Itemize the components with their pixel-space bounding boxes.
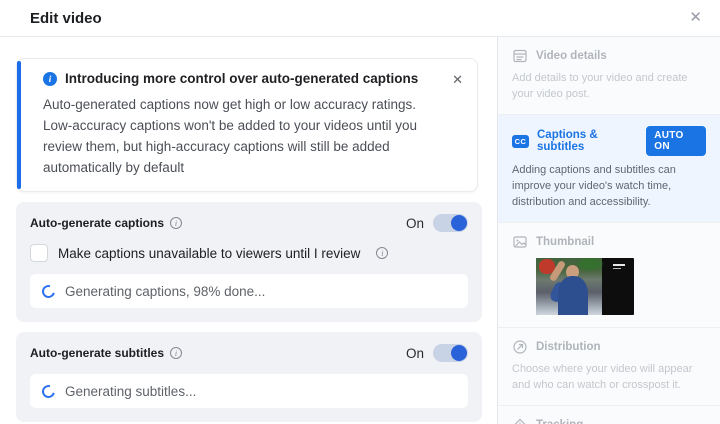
subtitles-progress-text: Generating subtitles... bbox=[65, 384, 196, 399]
captions-info-banner: i Introducing more control over auto-gen… bbox=[16, 58, 478, 192]
banner-close-icon[interactable]: ✕ bbox=[452, 72, 463, 88]
subtitles-toggle-state-label: On bbox=[406, 346, 424, 361]
video-thumbnail-preview[interactable] bbox=[536, 258, 634, 315]
sidebar-item-label: Video details bbox=[536, 50, 607, 62]
dialog-title: Edit video bbox=[30, 10, 102, 27]
sidebar-item-captions-subtitles[interactable]: CC Captions & subtitles AUTO ON Adding c… bbox=[498, 115, 720, 223]
thumbnail-detail bbox=[578, 258, 602, 270]
sidebar-item-label: Tracking bbox=[536, 419, 583, 424]
captions-progress-text: Generating captions, 98% done... bbox=[65, 284, 265, 299]
sidebar-item-distribution[interactable]: Distribution Choose where your video wil… bbox=[498, 328, 720, 406]
auto-generate-subtitles-card: Auto-generate subtitles i On Generating … bbox=[16, 332, 482, 422]
info-icon: i bbox=[43, 72, 57, 86]
review-captions-checkbox[interactable] bbox=[30, 244, 48, 262]
captions-toggle[interactable] bbox=[433, 214, 468, 232]
sidebar-item-tracking[interactable]: Tracking Add labels to help you manage a… bbox=[498, 406, 720, 424]
sidebar-item-description: Add details to your video and create you… bbox=[512, 70, 706, 102]
auto-generate-captions-label: Auto-generate captions bbox=[30, 216, 164, 230]
sidebar-item-video-details[interactable]: Video details Add details to your video … bbox=[498, 37, 720, 115]
subtitles-toggle[interactable] bbox=[433, 344, 468, 362]
sidebar-item-thumbnail[interactable]: Thumbnail bbox=[498, 223, 720, 328]
banner-body-text: Auto-generated captions now get high or … bbox=[43, 94, 443, 178]
auto-generate-subtitles-label: Auto-generate subtitles bbox=[30, 346, 164, 360]
image-icon bbox=[512, 234, 528, 250]
captions-toggle-state-label: On bbox=[406, 216, 424, 231]
spinner-icon bbox=[40, 282, 58, 300]
tag-icon bbox=[512, 417, 528, 424]
toggle-knob bbox=[451, 215, 467, 231]
document-icon bbox=[512, 48, 528, 64]
info-icon[interactable]: i bbox=[376, 247, 388, 259]
steps-sidebar: Video details Add details to your video … bbox=[497, 37, 720, 424]
auto-generate-captions-card: Auto-generate captions i On Make caption… bbox=[16, 202, 482, 322]
sidebar-item-label: Distribution bbox=[536, 341, 601, 353]
sidebar-item-label: Thumbnail bbox=[536, 236, 594, 248]
info-icon[interactable]: i bbox=[170, 347, 182, 359]
review-captions-checkbox-label: Make captions unavailable to viewers unt… bbox=[58, 246, 360, 261]
captions-progress-box: Generating captions, 98% done... bbox=[30, 274, 468, 308]
banner-accent-bar bbox=[17, 61, 21, 189]
cc-icon: CC bbox=[512, 135, 529, 148]
close-icon[interactable]: ✕ bbox=[689, 9, 702, 27]
main-panel: i Introducing more control over auto-gen… bbox=[0, 37, 497, 424]
thumbnail-detail bbox=[613, 268, 621, 269]
sidebar-item-label: Captions & subtitles bbox=[537, 129, 638, 153]
auto-on-badge[interactable]: AUTO ON bbox=[646, 126, 706, 156]
subtitles-progress-box: Generating subtitles... bbox=[30, 374, 468, 408]
thumbnail-detail bbox=[613, 264, 625, 266]
share-icon bbox=[512, 339, 528, 355]
info-icon[interactable]: i bbox=[170, 217, 182, 229]
sidebar-item-description: Adding captions and subtitles can improv… bbox=[512, 162, 706, 210]
thumbnail-detail bbox=[558, 276, 588, 315]
spinner-icon bbox=[40, 382, 58, 400]
sidebar-item-description: Choose where your video will appear and … bbox=[512, 361, 706, 393]
dialog-header: Edit video ✕ bbox=[0, 0, 720, 37]
banner-title: Introducing more control over auto-gener… bbox=[65, 71, 418, 86]
toggle-knob bbox=[451, 345, 467, 361]
